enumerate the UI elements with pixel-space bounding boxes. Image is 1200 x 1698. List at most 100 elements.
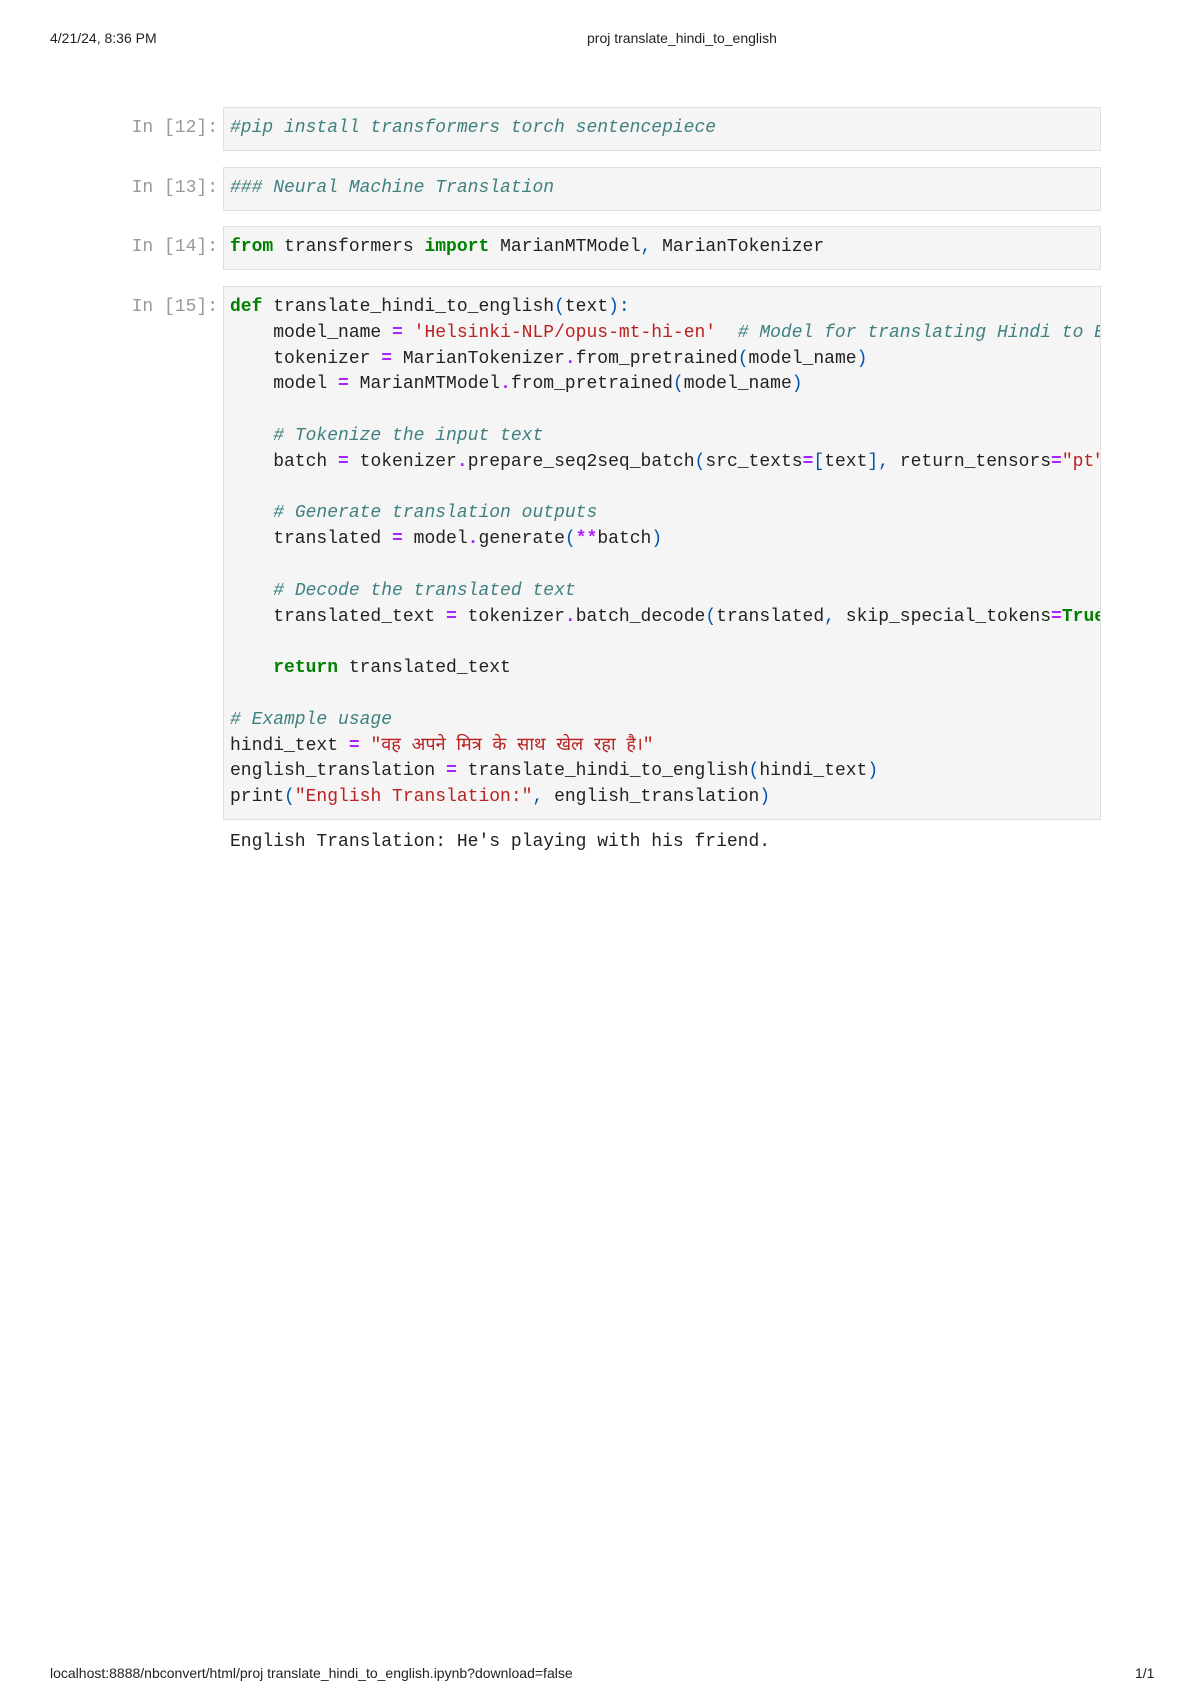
code-token: from_pretrained [510,374,673,395]
code-token: = [446,761,457,782]
code-input[interactable]: def translate_hindi_to_english(text): mo… [223,286,1101,820]
code-token: model [230,374,339,395]
code-line: # Tokenize the input text [230,424,1094,450]
code-token: #pip install transformers torch sentence… [230,118,717,138]
code-token: ) [856,348,868,369]
code-token: translate_hindi_to_english [456,761,749,782]
code-token: MarianTokenizer [651,237,825,257]
code-token: = [1051,606,1062,627]
code-token: 'Helsinki-NLP/opus-mt-hi-en' [413,322,717,343]
code-token: . [564,606,576,627]
code-token: MarianMTModel [348,374,501,395]
code-token: ( [564,529,576,550]
cell-prompt: In [13]: [131,178,218,198]
code-token: translated [716,606,825,627]
code-token: = [381,348,393,369]
code-token: ( [737,348,749,369]
code-line: tokenizer = MarianTokenizer.from_pretrai… [230,347,1094,373]
code-token: model [402,529,468,550]
print-url: localhost:8888/nbconvert/html/proj trans… [50,1665,573,1681]
code-token: ], [867,451,890,472]
code-token: def [230,297,263,317]
code-line [230,398,1094,424]
code-line: translated_text = tokenizer.batch_decode… [230,605,1100,631]
code-line: translated = model.generate(**batch) [230,527,1094,553]
code-token: hindi_text [230,735,349,756]
code-token: . [564,348,576,369]
code-token: tokenizer [348,451,457,472]
code-token: model_name [683,374,792,395]
code-token: return [273,658,339,679]
print-title: proj translate_hindi_to_english [587,30,777,46]
code-line [230,630,1094,656]
code-token: from_pretrained [575,348,738,369]
code-token: MarianMTModel [489,237,641,257]
code-token: ( [705,606,717,627]
code-token: ( [554,297,565,317]
code-token: text [824,451,868,472]
code-token: text [564,297,609,317]
code-input[interactable]: #pip install transformers torch sentence… [223,107,1101,151]
code-token: # Model for translating Hindi to English [737,322,1100,343]
code-line: english_translation = translate_hindi_to… [230,759,1094,785]
code-token: skip_special_tokens [834,606,1052,627]
code-token: = [392,529,403,550]
code-token: , [824,606,835,627]
code-token: return_tensors [889,451,1052,472]
code-token: . [456,451,468,472]
code-token: english_translation [543,787,760,808]
code-input[interactable]: from transformers import MarianMTModel, … [223,226,1101,270]
code-token: "pt" [1061,451,1101,472]
cell-prompt: In [15]: [131,297,218,317]
cell-prompt: In [12]: [131,118,218,138]
code-token: = [348,735,360,756]
code-token: tokenizer [230,348,382,369]
code-line: batch = tokenizer.prepare_seq2seq_batch(… [230,450,1100,476]
code-line: # Generate translation outputs [230,501,1094,527]
code-token: ### Neural Machine Translation [230,178,555,198]
code-token: = [1051,451,1062,472]
cell-output: English Translation: He's playing with h… [230,832,771,852]
code-token: from [230,237,274,257]
code-line: ### Neural Machine Translation [230,176,1094,202]
code-token: print [230,787,285,808]
code-token: ( [748,761,760,782]
code-token: True [1061,606,1101,627]
print-datetime: 4/21/24, 8:36 PM [50,30,157,46]
code-token: . [467,529,479,550]
code-token: transformers [273,237,425,257]
code-token: # Example usage [230,709,393,730]
code-token: ) [867,761,879,782]
code-line: # Decode the translated text [230,579,1094,605]
code-token: , [532,787,544,808]
code-token: # Generate translation outputs [273,503,598,524]
code-token: MarianTokenizer [392,348,565,369]
code-line [230,476,1094,502]
code-token: hindi_text [759,761,868,782]
code-token: = [338,374,349,395]
code-token: # Tokenize the input text [273,425,544,446]
code-input[interactable]: ### Neural Machine Translation [223,167,1101,211]
code-line: from transformers import MarianMTModel, … [230,235,1094,261]
code-line: def translate_hindi_to_english(text): [230,295,1094,321]
code-token: ) [651,529,663,550]
code-token: ( [672,374,684,395]
code-token: src_texts [705,451,803,472]
code-token: ): [608,297,630,317]
code-token: = [446,606,457,627]
code-line: return translated_text [230,656,1094,682]
code-token: translated_text [338,658,511,679]
code-token: model_name [230,322,393,343]
code-token: batch [230,451,339,472]
